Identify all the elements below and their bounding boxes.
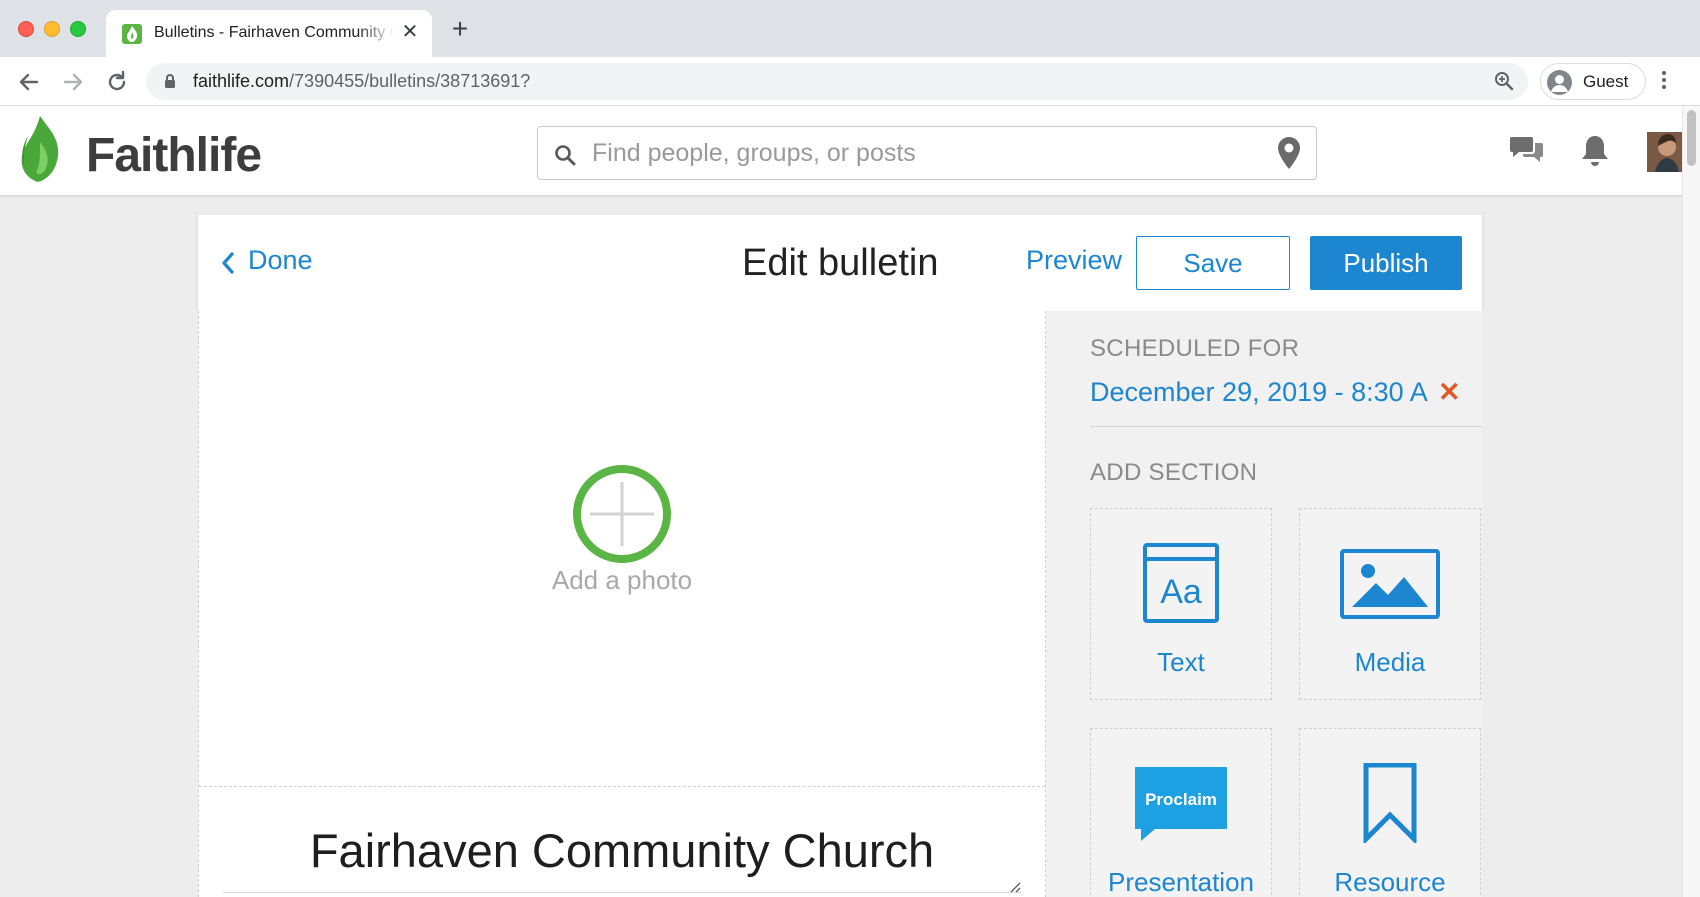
presentation-section-label: Presentation [1108, 867, 1254, 897]
address-url[interactable]: faithlife.com/7390455/bulletins/38713691… [193, 71, 530, 92]
resize-grip-icon[interactable] [1009, 881, 1021, 893]
photo-dropzone[interactable]: Add a photo [199, 311, 1045, 787]
window-minimize-button[interactable] [44, 21, 60, 37]
guest-avatar-icon [1547, 70, 1572, 95]
bulletin-title-field[interactable]: Fairhaven Community Church [223, 809, 1021, 893]
tab-title: Bulletins - Fairhaven Community Church [154, 24, 394, 41]
tab-close-icon[interactable]: ✕ [400, 22, 420, 42]
add-photo-plus-icon[interactable] [572, 464, 672, 564]
forward-arrow-icon[interactable] [60, 69, 86, 95]
back-arrow-icon[interactable] [16, 69, 42, 95]
add-media-section-tile[interactable]: Media [1299, 508, 1481, 700]
url-host: faithlife.com [193, 71, 290, 91]
profile-button[interactable]: Guest [1540, 63, 1646, 100]
new-tab-button[interactable]: + [448, 15, 472, 43]
proclaim-icon: Proclaim [1135, 767, 1227, 841]
site-header: Faithlife [0, 106, 1682, 196]
search-icon [554, 144, 576, 171]
bookmark-icon [1363, 762, 1417, 846]
publish-button[interactable]: Publish [1310, 236, 1462, 290]
bulletin-canvas: Add a photo Fairhaven Community Church [198, 311, 1046, 897]
zoom-icon[interactable] [1494, 71, 1514, 96]
faithlife-logo[interactable]: Faithlife [18, 116, 262, 182]
faithlife-flame-icon [21, 116, 59, 182]
media-section-label: Media [1354, 647, 1426, 677]
search-box[interactable] [537, 126, 1317, 180]
url-path: /7390455/bulletins/38713691? [289, 71, 531, 91]
schedule-divider [1090, 426, 1482, 427]
address-bar[interactable]: faithlife.com/7390455/bulletins/38713691… [146, 63, 1528, 100]
scheduled-date-link[interactable]: December 29, 2019 - 8:30 AM [1090, 377, 1428, 408]
clear-schedule-icon[interactable]: ✕ [1438, 377, 1461, 408]
proclaim-badge-text: Proclaim [1145, 790, 1217, 809]
faithlife-favicon-icon [122, 24, 142, 44]
browser-toolbar: faithlife.com/7390455/bulletins/38713691… [0, 57, 1700, 106]
lock-icon [164, 74, 176, 94]
messages-icon[interactable] [1510, 134, 1544, 171]
browser-tab-strip: Bulletins - Fairhaven Community Church ✕… [0, 0, 1700, 57]
bulletin-sidebar: SCHEDULED FOR December 29, 2019 - 8:30 A… [1046, 311, 1482, 897]
preview-link[interactable]: Preview [1026, 245, 1122, 276]
location-pin-icon[interactable] [1278, 137, 1300, 174]
reload-icon[interactable] [104, 69, 130, 95]
bulletin-toolbar: Done Edit bulletin Preview Save Publish [198, 215, 1482, 311]
scrollbar-thumb[interactable] [1687, 110, 1696, 166]
add-text-section-tile[interactable]: Aa Text [1090, 508, 1272, 700]
add-resource-section-tile[interactable]: Resource [1299, 728, 1481, 897]
add-photo-label[interactable]: Add a photo [199, 565, 1045, 596]
browser-menu-icon[interactable] [1661, 71, 1667, 93]
add-presentation-section-tile[interactable]: Proclaim Presentation [1090, 728, 1272, 897]
chevron-left-icon [222, 252, 234, 274]
window-zoom-button[interactable] [70, 21, 86, 37]
window-close-button[interactable] [18, 21, 34, 37]
text-section-icon: Aa [1143, 543, 1219, 623]
logo-text: Faithlife [86, 129, 262, 182]
save-button[interactable]: Save [1136, 236, 1290, 290]
search-input[interactable] [592, 136, 1232, 170]
done-label: Done [248, 245, 313, 275]
svg-text:Aa: Aa [1160, 573, 1202, 611]
add-section-heading: ADD SECTION [1090, 459, 1258, 486]
media-section-icon [1340, 549, 1440, 619]
text-section-label: Text [1157, 647, 1205, 677]
user-avatar[interactable] [1647, 132, 1682, 172]
browser-tab-active[interactable]: Bulletins - Fairhaven Community Church ✕ [106, 10, 432, 57]
notifications-bell-icon[interactable] [1580, 134, 1610, 173]
scheduled-heading: SCHEDULED FOR [1090, 335, 1300, 362]
page-scrollbar[interactable] [1682, 106, 1700, 897]
page-title: Edit bulletin [742, 242, 939, 284]
resource-section-label: Resource [1334, 867, 1446, 897]
profile-name: Guest [1583, 72, 1629, 91]
